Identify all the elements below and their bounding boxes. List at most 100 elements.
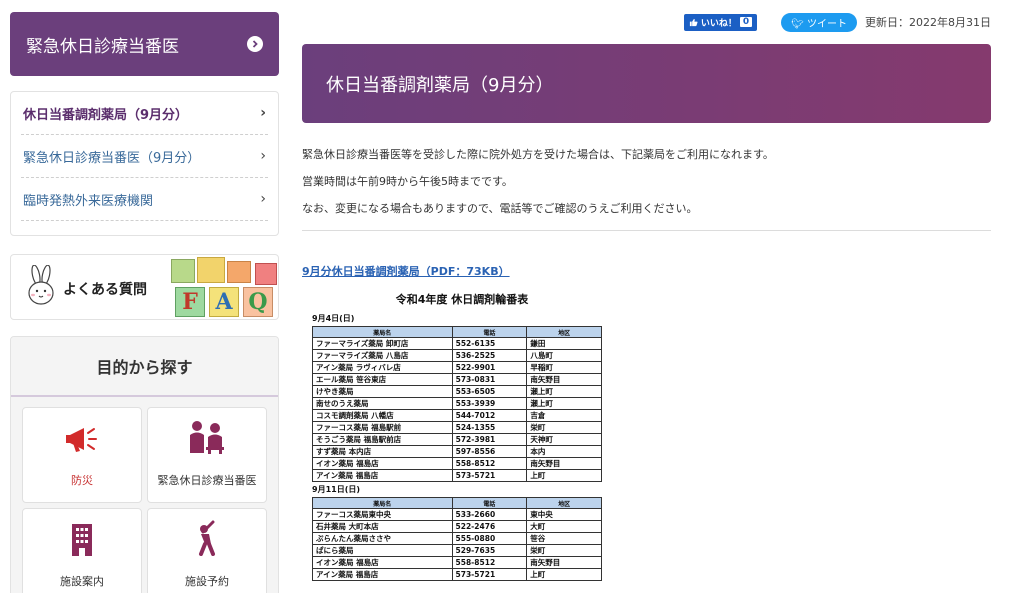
tile-facility-booking[interactable]: 施設予約 (147, 508, 267, 593)
table-row: 石井薬局 大町本店 522-2476 大町 (312, 520, 602, 533)
table-cell: 南矢野目 (526, 556, 602, 569)
table-row: ファーマライズ薬局 八島店 536-2525 八島町 (312, 349, 602, 362)
tile-disaster[interactable]: 防災 (22, 407, 142, 503)
table-cell: 上町 (526, 469, 602, 482)
table-cell: 555-0880 (451, 532, 528, 545)
table-cell: 八島町 (526, 349, 602, 362)
table-cell: ぷらんたん薬局ささや (312, 532, 453, 545)
roster-header: 薬局名 (312, 497, 453, 509)
faq-label: よくある質問 (63, 282, 147, 298)
sidebar-item-label: 緊急休日診療当番医（9月分） (23, 150, 201, 166)
table-cell: 南矢野目 (526, 373, 602, 386)
main-content: いいね！ 0 🐦︎ ツイート 更新日：2022年8月31日 休日当番調剤薬局（9… (302, 12, 991, 581)
roster-table: 薬局名 電話 地区 ファーマライズ薬局 卸町店 552-6135 鎌田 ファーマライズ薬局 … (312, 326, 602, 482)
roster-header: 薬局名 (312, 326, 453, 338)
table-cell: 笹谷 (526, 532, 602, 545)
table-cell: 南せのうえ薬局 (312, 397, 453, 410)
table-cell: 558-8512 (451, 457, 528, 470)
table-cell: 石井薬局 大町本店 (312, 520, 453, 533)
sidebar-item-pharmacy[interactable]: 休日当番調剤薬局（9月分） › (21, 92, 268, 135)
page-title: 休日当番調剤薬局（9月分） (302, 44, 991, 123)
table-cell: 吉倉 (526, 409, 602, 422)
left-sidebar: 緊急休日診療当番医 休日当番調剤薬局（9月分） › 緊急休日診療当番医（9月分）… (10, 12, 279, 593)
chevron-right-icon: › (260, 105, 266, 121)
facebook-like-button[interactable]: いいね！ 0 (683, 13, 758, 31)
tweet-button[interactable]: 🐦︎ ツイート (781, 12, 857, 32)
table-cell: 573-5721 (451, 568, 528, 581)
table-row: イオン薬局 福島店 558-8512 南矢野目 (312, 556, 602, 569)
like-label: いいね！ (700, 18, 737, 29)
sidebar-item-label: 臨時発熱外来医療機関 (23, 193, 154, 209)
table-row: ぷらんたん薬局ささや 555-0880 笹谷 (312, 532, 602, 545)
sidebar-item-doctor[interactable]: 緊急休日診療当番医（9月分） › (21, 135, 268, 178)
table-cell: 572-3981 (451, 433, 528, 446)
sidebar-item-fever[interactable]: 臨時発熱外来医療機関 › (21, 178, 268, 221)
table-cell: すず薬局 本内店 (312, 445, 453, 458)
roster-date: 9月4日(日) (312, 314, 355, 323)
purpose-title: 目的から探す (11, 337, 278, 397)
sidebar-header[interactable]: 緊急休日診療当番医 (10, 12, 279, 76)
table-row: そうごう薬局 福島駅前店 572-3981 天神町 (312, 433, 602, 446)
meta-row: いいね！ 0 🐦︎ ツイート 更新日：2022年8月31日 (302, 12, 991, 32)
table-cell: ファーマライズ薬局 八島店 (312, 349, 453, 362)
table-row: イオン薬局 福島店 558-8512 南矢野目 (312, 457, 602, 470)
chevron-right-circle-icon (247, 36, 263, 52)
table-cell: 573-5721 (451, 469, 528, 482)
tile-facilities[interactable]: 施設案内 (22, 508, 142, 593)
chevron-right-icon: › (260, 148, 266, 164)
table-row: けやき薬局 553-6505 瀬上町 (312, 385, 602, 398)
purpose-search-panel: 目的から探す 防災 緊急休日診療当番医 施設案内 施設予約 (10, 336, 279, 593)
table-cell: イオン薬局 福島店 (312, 457, 453, 470)
table-cell: 南矢野目 (526, 457, 602, 470)
intro-line: 営業時間は午前9時から午後5時までです。 (302, 175, 513, 188)
faq-banner[interactable]: よくある質問 F A Q (10, 254, 279, 320)
table-row: ファーコス薬局東中央 533-2660 東中央 (312, 508, 602, 521)
thumbs-up-icon (689, 18, 698, 26)
table-cell: 553-6505 (451, 385, 528, 398)
table-cell: コスモ調剤薬局 八幡店 (312, 409, 453, 422)
intro-text: 緊急休日診療当番医等を受診した際に院外処方を受けた場合は、下記薬局をご利用になれ… (302, 141, 991, 231)
updated-date: 更新日：2022年8月31日 (865, 16, 991, 29)
roster-header: 電話 (451, 326, 528, 338)
building-icon (68, 522, 96, 559)
table-cell: ぱにら薬局 (312, 544, 453, 557)
rabbit-mascot-icon (23, 264, 61, 313)
table-row: エール薬局 笹谷東店 573-0831 南矢野目 (312, 373, 602, 386)
faq-blocks-icon: F A Q (171, 257, 278, 319)
tile-label: 施設案内 (60, 575, 104, 588)
table-cell: 上町 (526, 568, 602, 581)
roster-header: 地区 (526, 326, 602, 338)
intro-line: 緊急休日診療当番医等を受診した際に院外処方を受けた場合は、下記薬局をご利用になれ… (302, 148, 774, 161)
table-cell: 597-8556 (451, 445, 528, 458)
table-cell: 558-8512 (451, 556, 528, 569)
tile-label: 防災 (71, 474, 93, 487)
table-row: アイン薬局 福島店 573-5721 上町 (312, 568, 602, 581)
like-count: 0 (739, 17, 753, 27)
table-cell: 536-2525 (451, 349, 528, 362)
tile-label: 施設予約 (185, 575, 229, 588)
table-cell: ファーコス薬局 福島駅前 (312, 421, 453, 434)
intro-line: なお、変更になる場合もありますので、電話等でご確認のうえご利用ください。 (302, 202, 698, 215)
pdf-link[interactable]: 9月分休日当番調剤薬局（PDF：73KB） (302, 263, 510, 279)
table-row: すず薬局 本内店 597-8556 本内 (312, 445, 602, 458)
roster-table: 薬局名 電話 地区 ファーコス薬局東中央 533-2660 東中央 石井薬局 大町本店 522… (312, 497, 602, 581)
table-cell: 522-2476 (451, 520, 528, 533)
table-cell: 522-9901 (451, 361, 528, 374)
table-cell: ファーマライズ薬局 卸町店 (312, 337, 453, 350)
tile-label: 緊急休日診療当番医 (157, 474, 257, 487)
table-cell: ファーコス薬局東中央 (312, 508, 453, 521)
table-cell: 544-7012 (451, 409, 528, 422)
roster-header: 電話 (451, 497, 528, 509)
table-cell: 鎌田 (526, 337, 602, 350)
tile-emergency-doctor[interactable]: 緊急休日診療当番医 (147, 407, 267, 503)
table-cell: アイン薬局 福島店 (312, 469, 453, 482)
table-cell: けやき薬局 (312, 385, 453, 398)
sidebar-nav: 休日当番調剤薬局（9月分） › 緊急休日診療当番医（9月分） › 臨時発熱外来医… (10, 91, 279, 236)
table-cell: 瀬上町 (526, 385, 602, 398)
chevron-right-icon: › (260, 191, 266, 207)
table-row: アイン薬局 福島店 573-5721 上町 (312, 469, 602, 482)
table-cell: アイン薬局 福島店 (312, 568, 453, 581)
doctor-icon (187, 419, 227, 458)
table-row: アイン薬局 ラヴィバレ店 522-9901 早稲町 (312, 361, 602, 374)
table-cell: アイン薬局 ラヴィバレ店 (312, 361, 453, 374)
